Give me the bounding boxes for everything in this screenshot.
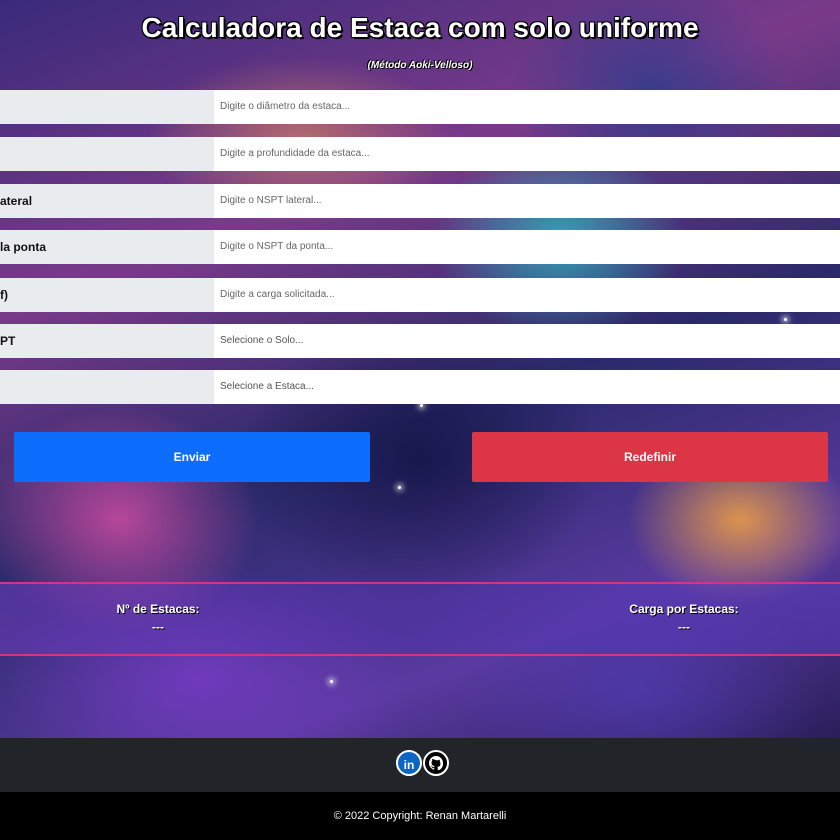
pile-type-label	[0, 370, 214, 404]
diameter-label	[0, 90, 214, 124]
piles-label: Nº de Estacas:	[116, 602, 200, 616]
form-row-nspt-lateral: ateral	[0, 184, 840, 218]
depth-label	[0, 137, 214, 171]
form-row-load: f)	[0, 278, 840, 312]
soil-select[interactable]: Selecione o Solo...	[214, 324, 840, 358]
nspt-tip-label: la ponta	[0, 230, 214, 264]
social-footer: in	[0, 738, 840, 792]
copyright-text: © 2022 Copyright: Renan Martarelli	[0, 792, 840, 840]
page-title: Calculadora de Estaca com solo uniforme	[141, 12, 699, 43]
form-row-diameter	[0, 90, 840, 124]
depth-input[interactable]	[214, 137, 840, 171]
reset-button[interactable]: Redefinir	[472, 432, 828, 482]
nspt-lateral-input[interactable]	[214, 184, 840, 218]
load-per-pile-label: Carga por Estacas:	[629, 602, 739, 616]
nspt-tip-input[interactable]	[214, 230, 840, 264]
load-label: f)	[0, 278, 214, 312]
star-decoration	[784, 318, 787, 321]
load-per-pile-value: ---	[678, 620, 690, 634]
nspt-lateral-label: ateral	[0, 184, 214, 218]
linkedin-icon[interactable]: in	[396, 750, 422, 776]
github-logo-icon	[429, 756, 444, 771]
page: Calculadora de Estaca com solo uniforme …	[0, 0, 840, 840]
star-decoration	[420, 404, 423, 407]
load-result: Carga por Estacas: ---	[584, 602, 784, 634]
form-row-nspt-tip: la ponta	[0, 230, 840, 264]
results-panel: Nº de Estacas: --- Carga por Estacas: --…	[0, 582, 840, 656]
piles-value: ---	[152, 620, 164, 634]
load-input[interactable]	[214, 278, 840, 312]
form-row-soil: PT Selecione o Solo...	[0, 324, 840, 358]
soil-label: PT	[0, 324, 214, 358]
star-decoration	[398, 486, 401, 489]
form-row-depth	[0, 137, 840, 171]
piles-result: Nº de Estacas: ---	[58, 602, 258, 634]
star-decoration	[330, 680, 333, 683]
form-row-pile-type: Selecione a Estaca...	[0, 370, 840, 404]
diameter-input[interactable]	[214, 90, 840, 124]
submit-button[interactable]: Enviar	[14, 432, 370, 482]
pile-type-select[interactable]: Selecione a Estaca...	[214, 370, 840, 404]
page-subtitle: (Método Aoki-Velloso)	[367, 60, 473, 71]
github-icon[interactable]	[423, 750, 449, 776]
